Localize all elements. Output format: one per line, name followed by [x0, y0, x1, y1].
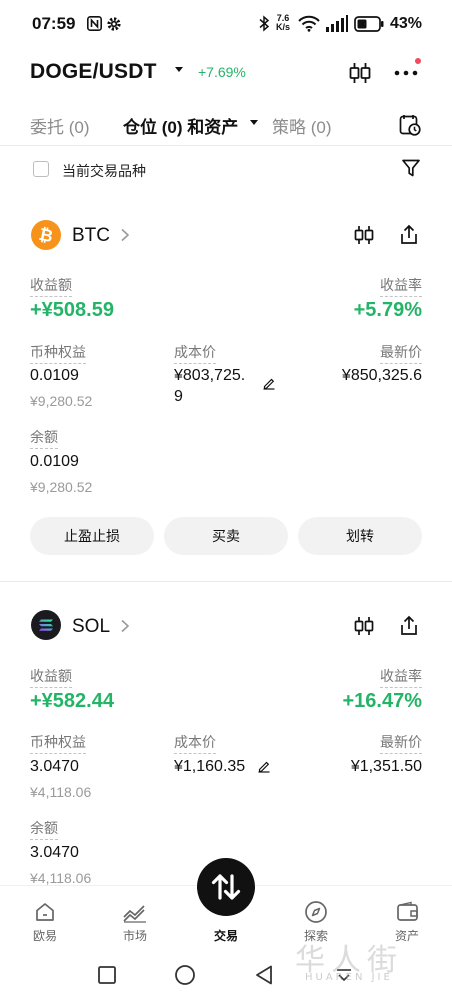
- signal-icon: [326, 15, 348, 32]
- bluetooth-icon: [259, 15, 270, 32]
- chevron-right-icon[interactable]: [120, 619, 130, 633]
- equity-label[interactable]: 币种权益: [30, 342, 86, 364]
- filter-icon[interactable]: [401, 158, 421, 178]
- tab-orders[interactable]: 委托 (0): [30, 113, 90, 138]
- last-price-value: ¥1,351.50: [350, 758, 422, 775]
- equity-fiat: ¥9,280.52: [30, 393, 93, 409]
- edit-pencil-icon[interactable]: [262, 376, 276, 390]
- watermark-sub: HUAREN JIE: [305, 972, 393, 983]
- cost-price-label[interactable]: 成本价: [174, 342, 216, 364]
- market-chart-icon: [123, 905, 146, 923]
- pair-dropdown-icon[interactable]: [174, 66, 184, 74]
- balance-label[interactable]: 余额: [30, 818, 58, 840]
- last-price-value: ¥850,325.6: [341, 367, 422, 384]
- equity-value: 3.0470: [30, 758, 79, 775]
- wallet-icon: [397, 901, 418, 921]
- buy-sell-button[interactable]: 买卖: [164, 517, 288, 555]
- balance-value: 0.0109: [30, 453, 79, 470]
- last-price-label[interactable]: 最新价: [380, 732, 422, 754]
- gear-icon: [107, 17, 121, 31]
- edit-pencil-icon[interactable]: [257, 759, 271, 773]
- compass-icon: [305, 901, 327, 923]
- nav-market-label: 市场: [122, 929, 147, 943]
- candlestick-chart-icon[interactable]: [352, 223, 376, 247]
- share-icon[interactable]: [397, 223, 421, 247]
- recents-icon[interactable]: [97, 965, 117, 985]
- pnl-label[interactable]: 收益额: [30, 666, 72, 688]
- nav-home-label: 欧易: [32, 929, 57, 943]
- wifi-icon: [298, 15, 320, 32]
- pnl-label[interactable]: 收益额: [30, 275, 72, 297]
- candlestick-chart-icon[interactable]: [352, 614, 376, 638]
- card-divider: [0, 581, 452, 582]
- pnl-rate-label[interactable]: 收益率: [380, 666, 422, 688]
- equity-fiat: ¥4,118.06: [30, 784, 92, 800]
- tab-strategies[interactable]: 策略 (0): [272, 113, 332, 138]
- tab-dropdown-icon[interactable]: [249, 119, 259, 127]
- back-icon[interactable]: [254, 964, 274, 986]
- current-symbol-checkbox[interactable]: [33, 161, 49, 177]
- pnl-rate-value: +5.79%: [353, 299, 422, 321]
- coin-name[interactable]: SOL: [72, 616, 110, 638]
- balance-value: 3.0470: [30, 844, 79, 861]
- network-speed: 7.6 K/s: [276, 13, 291, 32]
- tab-positions-assets[interactable]: 仓位 (0) 和资产: [123, 113, 238, 138]
- home-circle-icon[interactable]: [174, 964, 196, 986]
- cost-price-value: ¥1,160.35: [174, 758, 246, 775]
- sol-icon: [31, 610, 61, 640]
- trade-swap-icon: [211, 874, 241, 900]
- share-icon[interactable]: [397, 614, 421, 638]
- tabs-divider: [0, 145, 452, 146]
- last-price-label[interactable]: 最新价: [380, 342, 422, 364]
- cost-price-label[interactable]: 成本价: [174, 732, 216, 754]
- status-time: 07:59: [32, 14, 76, 33]
- nfc-icon: [87, 16, 102, 31]
- tp-sl-button[interactable]: 止盈止损: [30, 517, 154, 555]
- coin-name[interactable]: BTC: [72, 225, 110, 247]
- balance-fiat: ¥9,280.52: [30, 479, 93, 495]
- svg-text:₿: ₿: [37, 225, 55, 247]
- status-bar: 07:59 7.6 K/s 43%: [0, 0, 452, 50]
- pnl-rate-value: +16.47%: [342, 690, 422, 712]
- home-icon: [36, 903, 54, 921]
- balance-label[interactable]: 余额: [30, 427, 58, 449]
- current-symbol-label[interactable]: 当前交易品种: [62, 161, 146, 181]
- battery-percent: 43%: [389, 15, 422, 32]
- trade-button[interactable]: [197, 858, 255, 916]
- cost-price-value: ¥803,725.: [174, 367, 246, 384]
- pnl-value: +¥582.44: [30, 690, 114, 712]
- order-history-icon[interactable]: [398, 113, 422, 137]
- trading-pair-title[interactable]: DOGE/USDT: [30, 60, 157, 84]
- cost-price-value-wrap: 9: [174, 388, 183, 405]
- pair-change-percent: +7.69%: [198, 64, 246, 80]
- equity-label[interactable]: 币种权益: [30, 732, 86, 754]
- pnl-value: +¥508.59: [30, 299, 114, 321]
- pnl-rate-label[interactable]: 收益率: [380, 275, 422, 297]
- transfer-button[interactable]: 划转: [298, 517, 422, 555]
- chevron-right-icon[interactable]: [120, 228, 130, 242]
- nav-trade-label: 交易: [213, 929, 238, 943]
- btc-icon: ₿: [31, 220, 61, 250]
- battery-icon: [354, 16, 384, 32]
- equity-value: 0.0109: [30, 367, 79, 384]
- notification-dot: [415, 58, 421, 64]
- balance-fiat: ¥4,118.06: [30, 870, 92, 886]
- candlestick-chart-icon[interactable]: [347, 60, 373, 86]
- more-icon[interactable]: [393, 62, 419, 82]
